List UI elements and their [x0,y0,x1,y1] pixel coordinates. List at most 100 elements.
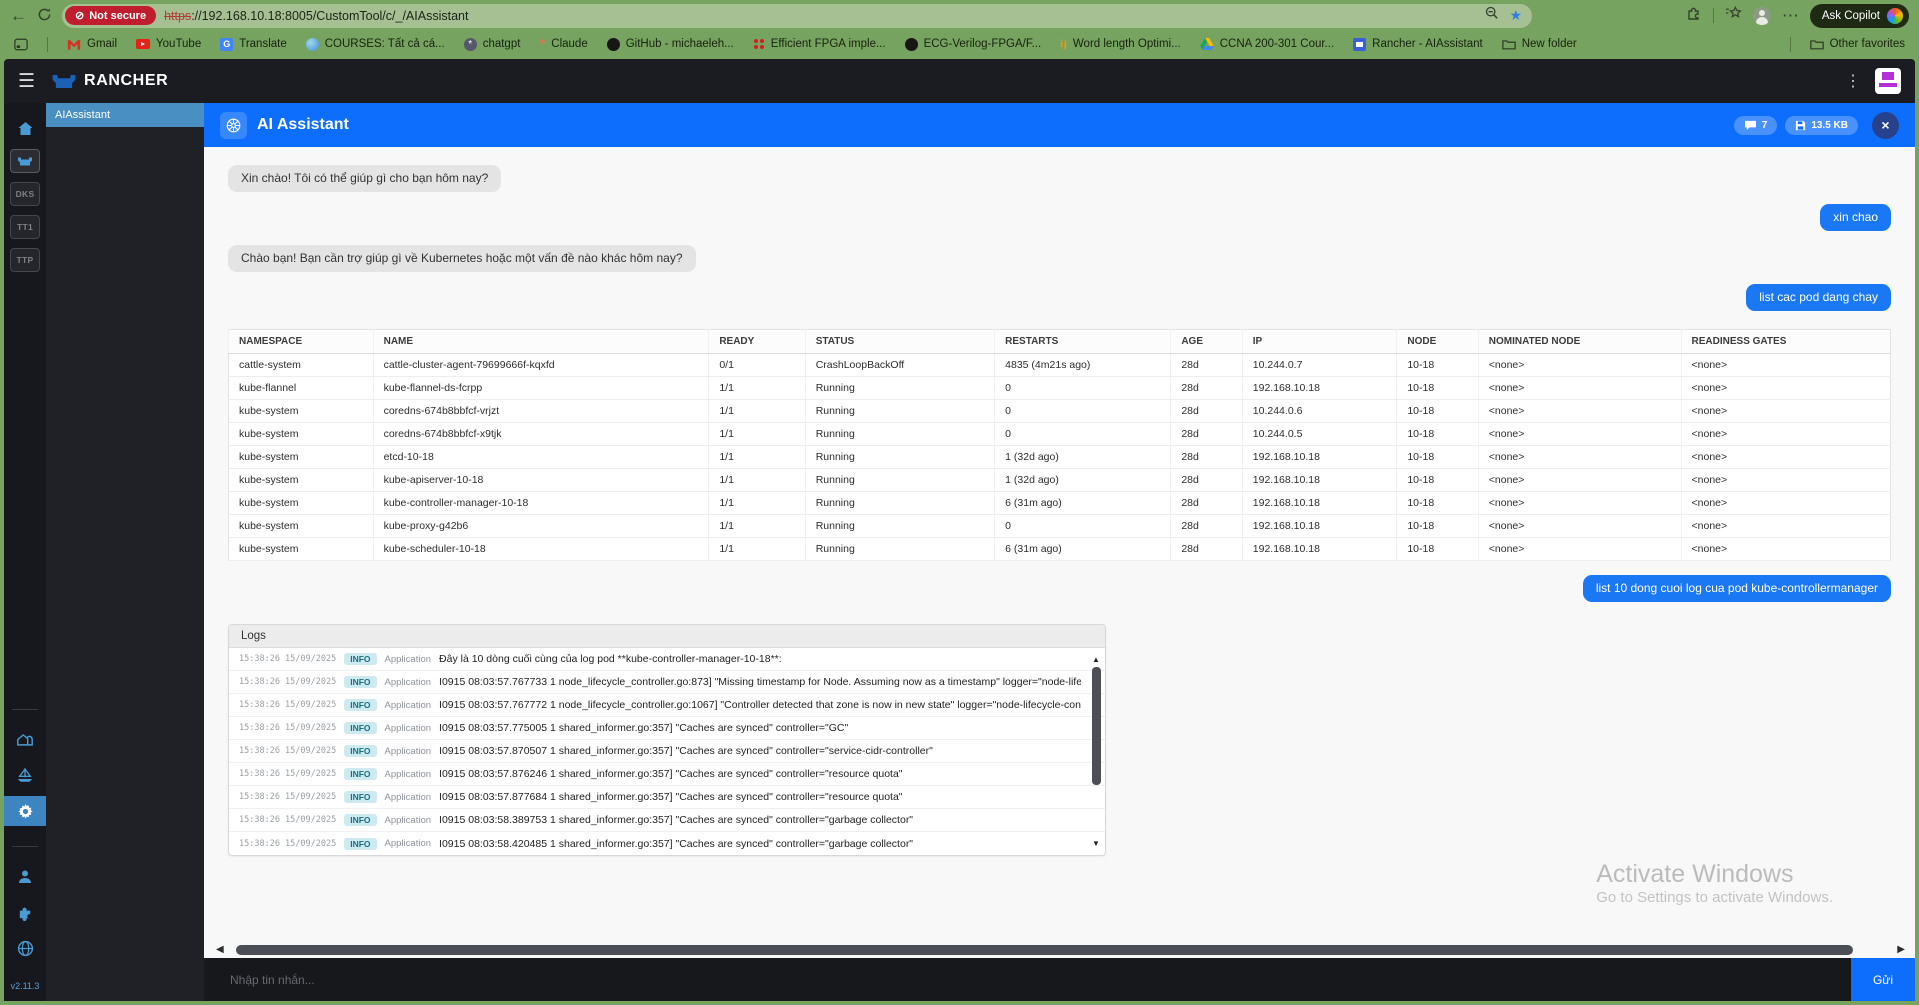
bookmark-ecg-verilog[interactable]: ECG-Verilog-FPGA/F... [904,37,1041,51]
send-button[interactable]: Gửi [1851,958,1915,1001]
assistant-header: AI Assistant 7 13.5 KB × [204,103,1915,147]
cell-namespace: kube-system [228,537,374,561]
cell-age: 28d [1170,468,1243,492]
cell-namespace: kube-system [228,399,374,423]
log-level-badge: INFO [344,768,377,780]
favorites-bar-icon[interactable] [1725,5,1742,26]
bot-message: Xin chào! Tôi có thể giúp gì cho bạn hôm… [228,165,502,192]
refresh-icon[interactable] [37,7,52,25]
message-input[interactable] [204,958,1851,1001]
cell-ready: 0/1 [708,353,806,377]
folder-icon [1809,37,1824,51]
cluster-button-ttp[interactable]: TTP [10,248,40,272]
logs-scroll-thumb[interactable] [1091,667,1101,785]
scroll-left-icon[interactable]: ◀ [216,944,224,955]
table-header-row: NAMESPACE NAME READY STATUS RESTARTS AGE IP NOD… [228,329,1891,354]
message-count-badge: 7 [1733,115,1778,135]
apps-icon[interactable] [4,724,46,754]
cell-ip: 192.168.10.18 [1241,468,1397,492]
log-source: Application [384,814,432,826]
bookmark-claude[interactable]: * Claude [539,36,587,53]
log-level-badge: INFO [344,791,377,803]
scroll-up-icon[interactable]: ▲ [1092,655,1100,665]
sidebar-panel-icon[interactable] [14,37,28,51]
log-entry: 15:38:26 15/09/2025 INFO Application I09… [229,809,1105,832]
rail-divider [12,709,38,710]
sidebar-item-aiassistant[interactable]: AIAssistant [46,103,204,127]
bookmark-gmail[interactable]: Gmail [67,37,117,51]
bookmark-star-icon[interactable]: ★ [1509,7,1522,24]
table-row: kube-system etcd-10-18 1/1 Running 1 (32… [228,445,1891,469]
column-header: STATUS [804,329,995,354]
user-avatar[interactable] [1875,68,1901,94]
globe-icon[interactable] [4,933,46,963]
log-entry: 15:38:26 15/09/2025 INFO Application I09… [229,832,1105,855]
cluster-button-dks[interactable]: DKS [10,182,40,206]
bookmark-ccna[interactable]: CCNA 200-301 Cour... [1199,37,1334,51]
bookmark-github[interactable]: GitHub - michaeleh... [606,37,734,51]
hamburger-menu-icon[interactable]: ☰ [18,70,35,93]
bookmark-courses[interactable]: COURSES: Tất cả cá... [305,37,445,51]
logs-scrollbar[interactable]: ▲ ▼ [1090,655,1102,849]
address-bar[interactable]: ⊘ Not secure https://192.168.10.18:8005/… [62,3,1532,28]
cell-readiness-gates: <none> [1680,468,1891,492]
rancher-logo[interactable]: RANCHER [51,72,168,90]
log-message: I0915 08:03:58.420485 1 shared_informer.… [439,837,914,850]
session-size-badge: 13.5 KB [1785,115,1858,135]
ask-copilot-button[interactable]: Ask Copilot [1809,3,1909,28]
fpga-icon [753,38,765,50]
bookmark-new-folder[interactable]: New folder [1501,37,1577,51]
column-header: NODE [1396,329,1479,354]
cell-node: 10-18 [1396,491,1479,515]
users-icon[interactable] [4,861,46,891]
close-button[interactable]: × [1872,111,1899,139]
cluster-button-tt1[interactable]: TT1 [10,215,40,239]
bookmark-youtube[interactable]: YouTube [136,38,201,50]
log-level-badge: INFO [344,745,377,757]
cell-ready: 1/1 [708,514,806,538]
cell-name: etcd-10-18 [372,445,709,469]
extensions-icon[interactable] [1686,5,1702,26]
bookmark-word-length[interactable]: ij Word length Optimi... [1060,38,1181,50]
app-version: v2.11.3 [10,981,40,991]
cell-name: kube-controller-manager-10-18 [372,491,709,515]
cell-status: Running [804,491,995,515]
extensions-puzzle-icon[interactable] [4,897,46,927]
header-kebab-icon[interactable]: ⋮ [1845,71,1861,91]
cell-nominated-node: <none> [1477,422,1682,446]
profile-avatar[interactable] [1752,6,1771,25]
cell-namespace: cattle-system [228,353,374,377]
log-source: Application [384,768,432,780]
cell-ready: 1/1 [708,468,806,492]
cell-age: 28d [1170,514,1243,538]
app-header: ☰ RANCHER ⋮ [4,59,1915,103]
cell-restarts: 4835 (4m21s ago) [994,353,1171,377]
home-icon[interactable] [4,113,46,143]
cell-readiness-gates: <none> [1680,445,1891,469]
log-level-badge: INFO [344,653,377,665]
cell-readiness-gates: <none> [1680,353,1891,377]
bookmark-fpga[interactable]: Efficient FPGA imple... [753,38,886,50]
browser-menu-icon[interactable]: ⋯ [1782,7,1799,24]
bookmark-chatgpt[interactable]: * chatgpt [463,37,520,51]
log-source: Application [384,745,432,757]
activate-windows-watermark: Activate Windows Go to Settings to activ… [1596,860,1833,906]
cell-ip: 10.244.0.5 [1241,422,1397,446]
zoom-out-icon[interactable] [1485,6,1499,25]
harbor-icon[interactable] [4,760,46,790]
other-favorites-button[interactable]: Other favorites [1809,37,1905,51]
bookmark-rancher[interactable]: Rancher - AIAssistant [1353,37,1483,51]
cluster-button-active[interactable] [10,149,40,173]
column-header: AGE [1170,329,1243,354]
back-icon[interactable]: ← [10,7,27,24]
log-timestamp: 15:38:26 15/09/2025 [239,654,337,664]
hscroll-thumb[interactable] [236,945,1853,955]
log-timestamp: 15:38:26 15/09/2025 [239,838,337,849]
settings-gear-icon[interactable] [4,796,46,826]
horizontal-scrollbar[interactable]: ◀ ▶ [204,942,1915,958]
cell-readiness-gates: <none> [1680,537,1891,561]
not-secure-badge[interactable]: ⊘ Not secure [65,6,157,25]
scroll-right-icon[interactable]: ▶ [1897,944,1905,955]
scroll-down-icon[interactable]: ▼ [1092,839,1100,849]
bookmark-translate[interactable]: G Translate [220,37,287,51]
